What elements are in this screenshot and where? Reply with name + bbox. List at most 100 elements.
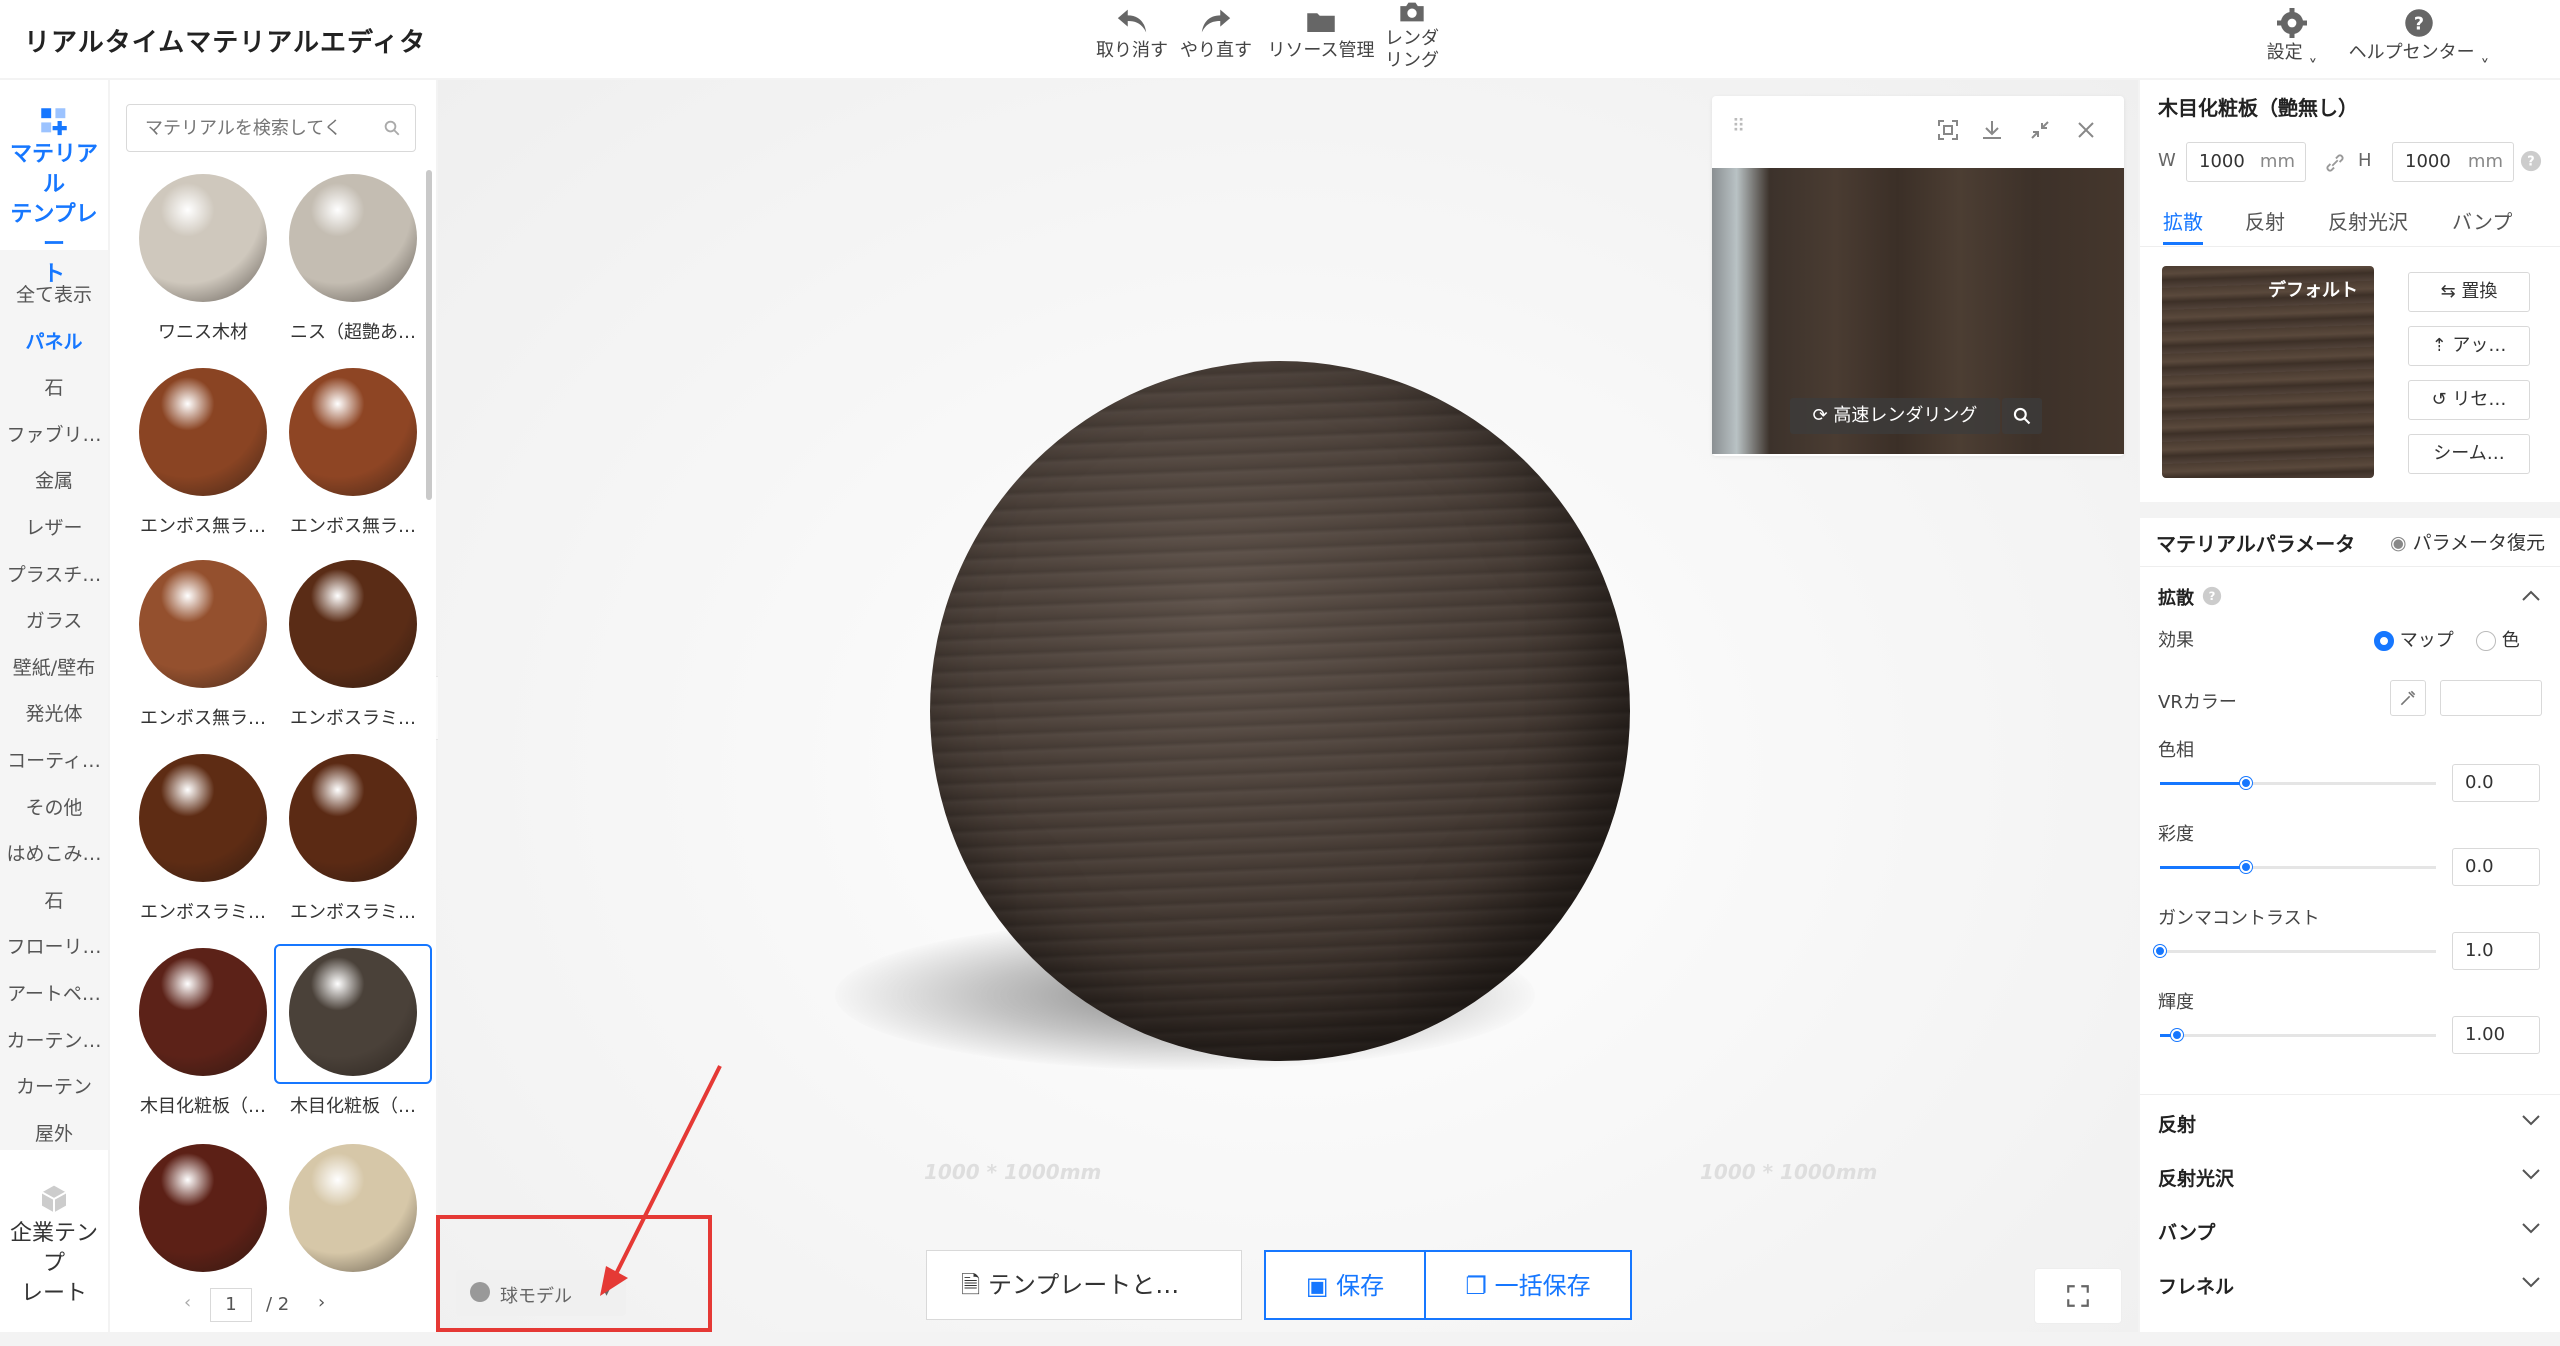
- replace-button[interactable]: ⇆ 置換: [2408, 272, 2530, 312]
- category-item[interactable]: レザー: [0, 513, 108, 540]
- link-icon[interactable]: [2324, 152, 2346, 174]
- height-input[interactable]: 1000 mm: [2392, 142, 2514, 182]
- category-item[interactable]: その他: [0, 793, 108, 820]
- tab-reflection[interactable]: 反射: [2245, 206, 2285, 235]
- slider-track[interactable]: [2154, 945, 2436, 957]
- slider-track[interactable]: [2160, 1029, 2436, 1041]
- chevron-down-icon[interactable]: [2520, 1110, 2542, 1130]
- restore-params-button[interactable]: ◉ パラメータ復元: [2390, 528, 2545, 555]
- slider-value-input[interactable]: 0.0: [2452, 764, 2540, 802]
- section-reflection-gloss[interactable]: 反射光沢: [2158, 1164, 2234, 1191]
- replace-label: 置換: [2461, 281, 2498, 302]
- category-item[interactable]: カーテン: [0, 1072, 108, 1099]
- slider-value-input[interactable]: 0.0: [2452, 848, 2540, 886]
- material-card[interactable]: ワニス木材: [124, 170, 282, 352]
- category-item[interactable]: コーティ…: [0, 746, 108, 773]
- material-card[interactable]: 木目化粧板（…: [124, 944, 282, 1126]
- slider-track[interactable]: [2160, 777, 2436, 789]
- category-item[interactable]: 金属: [0, 466, 108, 493]
- category-item[interactable]: 屋外: [0, 1119, 108, 1146]
- preview-zoom-button[interactable]: [2002, 398, 2042, 434]
- category-item[interactable]: プラスチ…: [0, 560, 108, 587]
- chevron-down-icon[interactable]: [2520, 1272, 2542, 1292]
- undo-button[interactable]: 取り消す: [1092, 6, 1172, 62]
- material-card[interactable]: エンボスラミ…: [274, 556, 432, 738]
- material-template-tab[interactable]: マテリアル テンプレー ト: [0, 96, 108, 287]
- chevron-down-icon[interactable]: [2520, 1164, 2542, 1184]
- template-save-button[interactable]: 🗎 テンプレートと…: [926, 1250, 1242, 1320]
- help-button[interactable]: ? ヘルプセンター ˬ: [2344, 8, 2494, 64]
- fullscreen-button[interactable]: [2034, 1268, 2122, 1324]
- category-item[interactable]: ガラス: [0, 606, 108, 633]
- material-card[interactable]: エンボス無ラ…: [274, 364, 432, 546]
- section-reflection[interactable]: 反射: [2158, 1110, 2196, 1137]
- category-item[interactable]: 石: [0, 886, 108, 913]
- search-icon[interactable]: [383, 119, 401, 137]
- chevron-up-icon[interactable]: [2520, 586, 2542, 606]
- category-item[interactable]: ファブリ…: [0, 420, 108, 447]
- fast-render-button[interactable]: ⟳ 高速レンダリング: [1790, 398, 2000, 434]
- drag-handle-icon[interactable]: ⠿: [1732, 116, 1745, 137]
- seamless-button[interactable]: シーム…: [2408, 434, 2530, 474]
- slider-handle[interactable]: [2239, 861, 2252, 873]
- help-icon[interactable]: ?: [2202, 586, 2222, 606]
- category-item[interactable]: 壁紙/壁布: [0, 653, 108, 680]
- material-preview-sphere[interactable]: [930, 361, 1630, 1061]
- slider-value-input[interactable]: 1.00: [2452, 1016, 2540, 1054]
- height-unit: mm: [2467, 151, 2503, 172]
- batch-save-button[interactable]: ❐ 一括保存: [1424, 1250, 1632, 1320]
- slider-track[interactable]: [2160, 861, 2436, 873]
- settings-button[interactable]: 設定 ˬ: [2262, 8, 2322, 64]
- resources-button[interactable]: リソース管理: [1262, 8, 1380, 62]
- category-item[interactable]: フローリ…: [0, 932, 108, 959]
- slider-handle[interactable]: [2170, 1029, 2183, 1041]
- material-card[interactable]: 木目化粧板（…: [274, 944, 432, 1117]
- search-input[interactable]: [145, 115, 377, 141]
- material-card[interactable]: エンボスラミ…: [274, 750, 432, 932]
- tab-reflection-gloss[interactable]: 反射光沢: [2328, 206, 2408, 235]
- fullscreen-icon: [2067, 1285, 2089, 1307]
- enterprise-template-tab[interactable]: 企業テンプ レート: [0, 1175, 108, 1306]
- save-button[interactable]: ▣ 保存: [1264, 1250, 1426, 1320]
- resources-label: リソース管理: [1267, 40, 1375, 61]
- category-item[interactable]: カーテン…: [0, 1026, 108, 1053]
- chevron-down-icon[interactable]: [2520, 1218, 2542, 1238]
- effect-map-radio[interactable]: マップ: [2374, 626, 2454, 652]
- vr-color-swatch[interactable]: [2440, 680, 2542, 716]
- material-card[interactable]: エンボスラミ…: [124, 750, 282, 932]
- material-card[interactable]: エンボス無ラ…: [124, 364, 282, 546]
- material-card[interactable]: ニス（超艶あ…: [274, 170, 432, 352]
- section-fresnel[interactable]: フレネル: [2158, 1272, 2234, 1299]
- category-item[interactable]: はめこみ…: [0, 839, 108, 866]
- prev-page-icon[interactable]: ‹: [184, 1292, 191, 1313]
- screenshot-icon[interactable]: [1936, 118, 1960, 142]
- slider-handle[interactable]: [2154, 945, 2166, 957]
- category-item[interactable]: 発光体: [0, 699, 108, 726]
- category-item[interactable]: アートペ…: [0, 979, 108, 1006]
- eyedropper-button[interactable]: [2390, 680, 2426, 716]
- search-box[interactable]: [126, 104, 416, 152]
- tab-bump[interactable]: バンプ: [2452, 206, 2512, 235]
- download-icon[interactable]: [1980, 118, 2004, 142]
- minimize-icon[interactable]: [2028, 118, 2052, 142]
- effect-color-radio[interactable]: 色: [2476, 626, 2520, 652]
- category-item[interactable]: 石: [0, 373, 108, 400]
- tab-diffuse[interactable]: 拡散: [2163, 206, 2203, 235]
- reset-texture-button[interactable]: ↺ リセ…: [2408, 380, 2530, 420]
- category-item[interactable]: 全て表示: [0, 280, 108, 307]
- render-button[interactable]: レンダ リング: [1380, 0, 1444, 72]
- grid-scrollbar[interactable]: [426, 170, 432, 500]
- upload-button[interactable]: ⇡ アッ…: [2408, 326, 2530, 366]
- material-card[interactable]: エンボス無ラ…: [124, 556, 282, 738]
- next-page-icon[interactable]: ›: [318, 1292, 325, 1313]
- close-icon[interactable]: [2074, 118, 2098, 142]
- category-item[interactable]: パネル: [0, 327, 108, 354]
- section-bump[interactable]: バンプ: [2158, 1218, 2215, 1245]
- redo-button[interactable]: やり直す: [1176, 6, 1256, 62]
- page-input[interactable]: 1: [210, 1288, 252, 1322]
- slider-value-input[interactable]: 1.0: [2452, 932, 2540, 970]
- effect-map-label: マップ: [2399, 630, 2454, 651]
- slider-handle[interactable]: [2239, 777, 2252, 789]
- width-input[interactable]: 1000 mm: [2186, 142, 2306, 182]
- help-icon[interactable]: ?: [2520, 150, 2542, 172]
